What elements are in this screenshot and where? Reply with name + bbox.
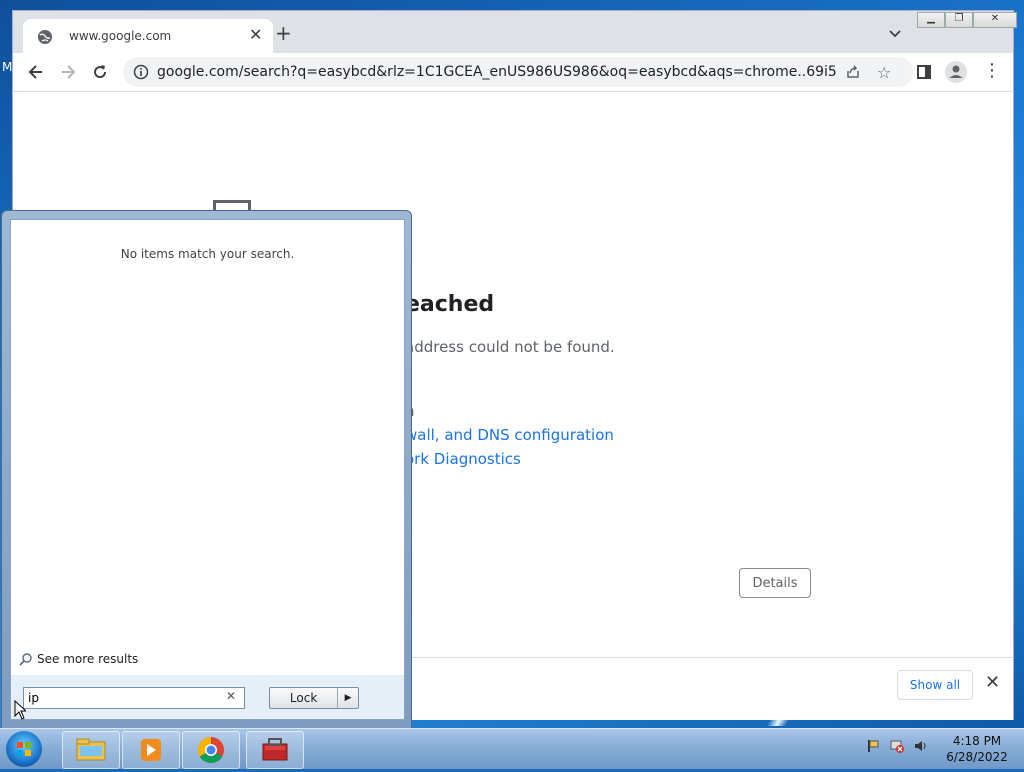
browser-toolbar: google.com/search?q=easybcd&rlz=1C1GCEA_…: [13, 53, 1013, 92]
back-icon[interactable]: [27, 63, 45, 81]
volume-icon[interactable]: [914, 739, 928, 753]
tab-strip: www.google.com ✕ + ▁ ❐ ✕: [13, 11, 1017, 53]
url-text: google.com/search?q=easybcd&rlz=1C1GCEA_…: [157, 64, 837, 80]
clear-search-icon[interactable]: ✕: [226, 689, 236, 703]
magnifier-icon: [19, 653, 32, 666]
start-menu: No items match your search. See more res…: [1, 210, 412, 730]
media-player-icon: [141, 739, 161, 761]
desktop-edge-text: M: [2, 60, 13, 74]
taskbar-media-player[interactable]: [122, 731, 180, 769]
taskbar-chrome[interactable]: [182, 731, 240, 769]
network-diagnostics-link[interactable]: ork Diagnostics: [405, 450, 521, 468]
profile-icon[interactable]: [945, 61, 967, 83]
system-tray: [866, 739, 928, 753]
share-icon[interactable]: [845, 64, 861, 80]
mouse-cursor-icon: [14, 700, 26, 720]
error-title: eached: [405, 292, 495, 317]
folder-icon: [76, 738, 106, 761]
taskbar: 4:18 PM 6/28/2022: [0, 728, 1024, 769]
window-controls: ▁ ❐ ✕: [917, 12, 1017, 28]
windows-logo-icon: [17, 742, 31, 756]
taskbar-explorer[interactable]: [62, 731, 120, 769]
start-menu-footer: ✕ Lock ▶: [10, 675, 405, 720]
tab-close-icon[interactable]: ✕: [249, 25, 262, 44]
chrome-menu-icon[interactable]: ⋮: [983, 62, 1001, 80]
details-button[interactable]: Details: [739, 568, 811, 598]
network-error-icon[interactable]: [890, 739, 904, 753]
new-tab-icon[interactable]: +: [275, 23, 292, 43]
lock-button[interactable]: Lock ▶: [269, 687, 359, 709]
address-bar[interactable]: google.com/search?q=easybcd&rlz=1C1GCEA_…: [123, 57, 913, 87]
lock-label[interactable]: Lock: [270, 688, 337, 708]
action-center-flag-icon[interactable]: [866, 739, 880, 753]
see-more-results-label: See more results: [37, 652, 139, 666]
start-search-input[interactable]: [28, 690, 218, 706]
bookmark-star-icon[interactable]: ☆: [877, 63, 891, 82]
side-panel-icon[interactable]: [917, 65, 931, 79]
toolbox-icon: [262, 738, 288, 761]
browser-tab[interactable]: www.google.com ✕: [23, 19, 273, 53]
shutdown-options-arrow-icon[interactable]: ▶: [337, 688, 358, 708]
no-results-message: No items match your search.: [120, 247, 295, 261]
see-more-results-link[interactable]: See more results: [19, 652, 138, 666]
minimize-button[interactable]: ▁: [917, 12, 945, 28]
clock[interactable]: 4:18 PM 6/28/2022: [940, 733, 1014, 765]
reload-icon[interactable]: [91, 63, 109, 81]
restore-button[interactable]: ❐: [945, 12, 973, 28]
tab-title: www.google.com: [69, 29, 172, 43]
start-button[interactable]: [6, 731, 42, 767]
download-bar-close-icon[interactable]: ✕: [985, 674, 1000, 692]
tab-search-chevron-icon[interactable]: [887, 25, 903, 41]
clock-date: 6/28/2022: [946, 750, 1008, 764]
globe-icon: [38, 30, 52, 44]
error-description: address could not be found.: [405, 338, 615, 356]
close-window-button[interactable]: ✕: [973, 12, 1017, 28]
start-search-box[interactable]: ✕: [23, 687, 245, 709]
chrome-icon: [197, 736, 224, 764]
taskbar-toolbox[interactable]: [246, 731, 304, 769]
firewall-dns-link[interactable]: wall, and DNS configuration: [405, 426, 614, 444]
show-all-button[interactable]: Show all: [897, 670, 973, 700]
search-results-panel: No items match your search. See more res…: [10, 219, 405, 677]
info-icon[interactable]: [133, 64, 149, 80]
forward-icon[interactable]: [59, 63, 77, 81]
clock-time: 4:18 PM: [952, 734, 1002, 748]
